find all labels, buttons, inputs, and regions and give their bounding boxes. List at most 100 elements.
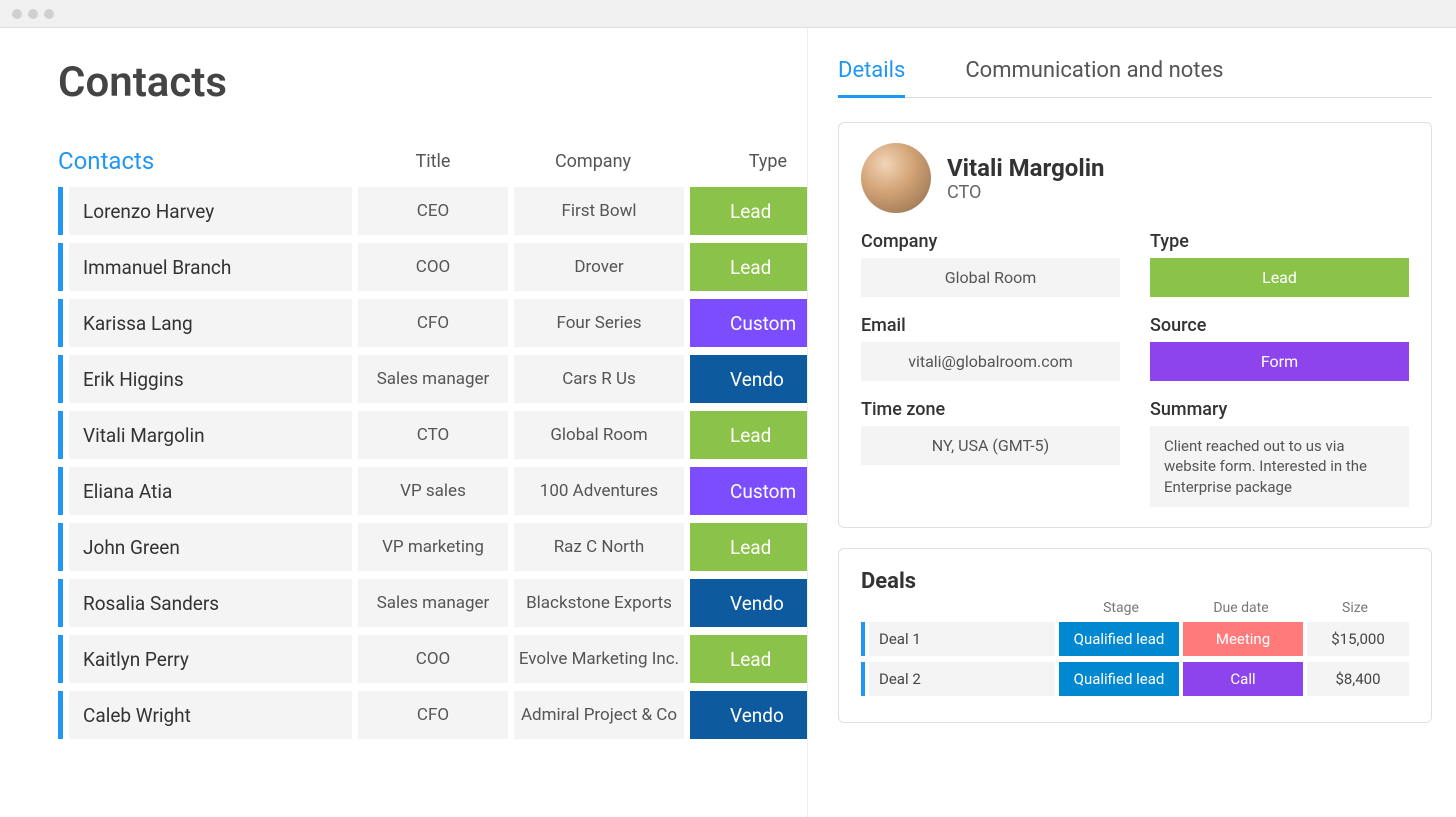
profile-card: Vitali Margolin CTO Company Global Room … (838, 122, 1432, 528)
cell-type: Vendo (690, 691, 807, 739)
cell-company: Four Series (514, 299, 684, 347)
cell-company: Raz C North (514, 523, 684, 571)
row-accent (58, 411, 63, 459)
cell-title: CFO (358, 299, 508, 347)
table-row[interactable]: John GreenVP marketingRaz C NorthLead (58, 523, 807, 571)
tab-communication[interactable]: Communication and notes (965, 58, 1223, 97)
table-row[interactable]: Erik HigginsSales managerCars R UsVendo (58, 355, 807, 403)
cell-company: First Bowl (514, 187, 684, 235)
detail-timezone: Time zone NY, USA (GMT-5) (861, 399, 1120, 507)
detail-source: Source Form (1150, 315, 1409, 381)
cell-title: VP sales (358, 467, 508, 515)
app-window: Contacts Contacts Title Company Type Lor… (0, 0, 1456, 817)
cell-title: CTO (358, 411, 508, 459)
detail-label: Source (1150, 315, 1409, 336)
deal-size: $8,400 (1307, 662, 1409, 696)
table-row[interactable]: Kaitlyn PerryCOOEvolve Marketing Inc.Lea… (58, 635, 807, 683)
cell-title: VP marketing (358, 523, 508, 571)
cell-type: Custom (690, 299, 807, 347)
cell-type: Vendo (690, 579, 807, 627)
contacts-table-body: Lorenzo HarveyCEOFirst BowlLeadImmanuel … (58, 187, 807, 739)
row-accent (58, 187, 63, 235)
cell-type: Lead (690, 411, 807, 459)
row-accent (58, 635, 63, 683)
cell-title: COO (358, 635, 508, 683)
profile-name: Vitali Margolin (947, 154, 1105, 182)
col-header-type: Type (678, 151, 807, 172)
cell-type: Lead (690, 635, 807, 683)
profile-name-block: Vitali Margolin CTO (947, 154, 1105, 203)
cell-name: Caleb Wright (69, 691, 352, 739)
detail-value-timezone: NY, USA (GMT-5) (861, 426, 1120, 465)
detail-label: Summary (1150, 399, 1409, 420)
table-row[interactable]: Rosalia SandersSales managerBlackstone E… (58, 579, 807, 627)
cell-title: CEO (358, 187, 508, 235)
cell-company: 100 Adventures (514, 467, 684, 515)
page-title: Contacts (58, 58, 807, 107)
cell-type: Lead (690, 243, 807, 291)
profile-header: Vitali Margolin CTO (861, 143, 1409, 213)
cell-name: John Green (69, 523, 352, 571)
profile-title: CTO (947, 182, 1105, 203)
detail-label: Time zone (861, 399, 1120, 420)
cell-company: Admiral Project & Co (514, 691, 684, 739)
col-header-company: Company (508, 151, 678, 172)
detail-label: Email (861, 315, 1120, 336)
table-row[interactable]: Caleb WrightCFOAdmiral Project & CoVendo (58, 691, 807, 739)
tabs: Details Communication and notes (838, 58, 1432, 98)
detail-value-company: Global Room (861, 258, 1120, 297)
contacts-header: Contacts Title Company Type (58, 147, 807, 175)
detail-label: Company (861, 231, 1120, 252)
detail-label: Type (1150, 231, 1409, 252)
row-accent (861, 622, 865, 656)
row-accent (58, 355, 63, 403)
deals-col-size: Size (1301, 600, 1409, 616)
section-label: Contacts (58, 147, 358, 175)
table-row[interactable]: Karissa LangCFOFour SeriesCustom (58, 299, 807, 347)
detail-value-summary: Client reached out to us via website for… (1150, 426, 1409, 507)
deal-name: Deal 1 (869, 622, 1055, 656)
row-accent (58, 579, 63, 627)
cell-type: Lead (690, 523, 807, 571)
detail-email: Email vitali@globalroom.com (861, 315, 1120, 381)
table-row[interactable]: Immanuel BranchCOODroverLead (58, 243, 807, 291)
table-row[interactable]: Lorenzo HarveyCEOFirst BowlLead (58, 187, 807, 235)
cell-type: Lead (690, 187, 807, 235)
cell-company: Global Room (514, 411, 684, 459)
deals-card: Deals Stage Due date Size Deal 1Qualifie… (838, 548, 1432, 723)
deals-body: Deal 1Qualified leadMeeting$15,000 Deal 2… (861, 622, 1409, 696)
cell-company: Drover (514, 243, 684, 291)
window-titlebar (0, 0, 1456, 28)
detail-value-source: Form (1150, 342, 1409, 381)
cell-title: Sales manager (358, 355, 508, 403)
deal-row[interactable]: Deal 1Qualified leadMeeting$15,000 (861, 622, 1409, 656)
cell-name: Kaitlyn Perry (69, 635, 352, 683)
detail-type: Type Lead (1150, 231, 1409, 297)
deals-col-stage: Stage (1061, 600, 1181, 616)
cell-name: Vitali Margolin (69, 411, 352, 459)
deal-name: Deal 2 (869, 662, 1055, 696)
detail-value-email: vitali@globalroom.com (861, 342, 1120, 381)
table-row[interactable]: Vitali MargolinCTOGlobal RoomLead (58, 411, 807, 459)
deals-title: Deals (861, 569, 1409, 594)
table-row[interactable]: Eliana AtiaVP sales100 AdventuresCustom (58, 467, 807, 515)
cell-name: Rosalia Sanders (69, 579, 352, 627)
row-accent (58, 299, 63, 347)
window-dot-icon (12, 9, 22, 19)
deals-header: Stage Due date Size (861, 600, 1409, 616)
row-accent (58, 467, 63, 515)
window-dot-icon (44, 9, 54, 19)
deal-row[interactable]: Deal 2Qualified leadCall$8,400 (861, 662, 1409, 696)
tab-details[interactable]: Details (838, 58, 905, 98)
cell-title: CFO (358, 691, 508, 739)
cell-name: Eliana Atia (69, 467, 352, 515)
cell-company: Cars R Us (514, 355, 684, 403)
cell-company: Blackstone Exports (514, 579, 684, 627)
cell-type: Vendo (690, 355, 807, 403)
detail-summary: Summary Client reached out to us via web… (1150, 399, 1409, 507)
deal-size: $15,000 (1307, 622, 1409, 656)
contacts-pane: Contacts Contacts Title Company Type Lor… (0, 28, 808, 817)
cell-type: Custom (690, 467, 807, 515)
row-accent (58, 523, 63, 571)
cell-name: Lorenzo Harvey (69, 187, 352, 235)
